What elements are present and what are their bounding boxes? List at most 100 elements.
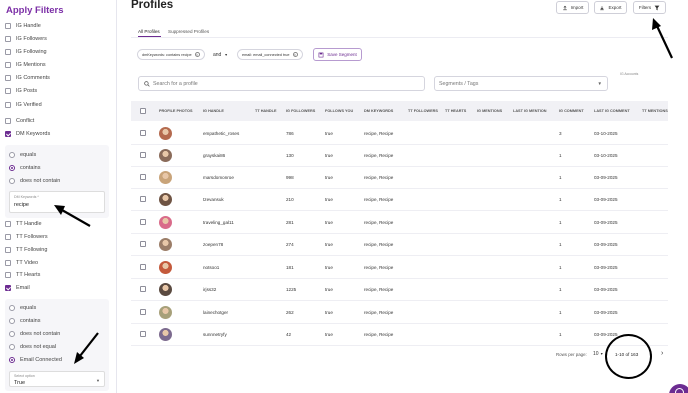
- column-header[interactable]: TT HEARTS: [445, 109, 466, 113]
- filter-item-ig-comments[interactable]: IG Comments: [5, 72, 50, 84]
- filter-item-tt-hearts[interactable]: TT Hearts: [5, 269, 40, 281]
- radio-button[interactable]: [9, 151, 15, 158]
- checkbox-checked[interactable]: [5, 131, 11, 137]
- radio-button-selected[interactable]: [9, 164, 15, 171]
- checkbox[interactable]: [5, 88, 11, 94]
- filter-chip[interactable]: dmKeywords: contains recipe ×: [137, 49, 205, 60]
- filter-item-dm-keywords[interactable]: DM Keywords: [5, 128, 50, 140]
- column-header[interactable]: LAST IG COMMENT: [594, 109, 630, 113]
- radio-button[interactable]: [9, 317, 15, 324]
- cell-ig-handle: tzevansuk: [203, 197, 224, 202]
- profile-search-input[interactable]: Search for a profile: [138, 76, 425, 91]
- column-header[interactable]: TT FOLLOWERS: [408, 109, 438, 113]
- table-row[interactable]: lainechotger 262 true recipe, Recipe 1 0…: [131, 302, 668, 324]
- table-row[interactable]: tzevansuk 210 true recipe, Recipe 1 03-0…: [131, 189, 668, 211]
- table-row[interactable]: traveling_gal11 281 true recipe, Recipe …: [131, 212, 668, 234]
- filter-item-ig-followers[interactable]: IG Followers: [5, 33, 47, 45]
- radio-equals[interactable]: equals: [9, 149, 36, 160]
- segments-tags-select[interactable]: Segments / Tags ▼: [434, 76, 608, 91]
- save-segment-button[interactable]: Save Segment: [313, 48, 362, 61]
- radio-contains[interactable]: contains: [9, 162, 41, 173]
- row-checkbox[interactable]: [140, 196, 146, 202]
- close-icon[interactable]: ×: [292, 52, 298, 57]
- row-checkbox[interactable]: [140, 152, 146, 158]
- checkbox[interactable]: [5, 272, 11, 278]
- filter-item-ig-handle[interactable]: IG Handle: [5, 20, 41, 32]
- rows-per-page-select[interactable]: 10 ▼: [593, 351, 603, 357]
- radio-email-connected[interactable]: Email Connected: [9, 354, 62, 365]
- filter-item-tt-following[interactable]: TT Following: [5, 244, 47, 256]
- filters-button[interactable]: Filters: [633, 1, 666, 14]
- row-checkbox[interactable]: [140, 264, 146, 270]
- row-checkbox[interactable]: [140, 241, 146, 247]
- column-header[interactable]: IG MENTIONS: [477, 109, 502, 113]
- chevron-right-icon[interactable]: ›: [661, 350, 663, 357]
- column-header[interactable]: FOLLOWS YOU: [325, 109, 353, 113]
- checkbox-checked[interactable]: [5, 285, 11, 291]
- checkbox[interactable]: [5, 234, 11, 240]
- checkbox[interactable]: [5, 49, 11, 55]
- table-row[interactable]: notsoo1 181 true recipe, Recipe 1 03-09-…: [131, 257, 668, 279]
- radio-equals[interactable]: equals: [9, 302, 36, 313]
- checkbox[interactable]: [5, 23, 11, 29]
- radio-button-selected[interactable]: [9, 356, 15, 363]
- filter-item-conflict[interactable]: Conflict: [5, 115, 34, 127]
- row-checkbox[interactable]: [140, 130, 146, 136]
- checkbox[interactable]: [5, 221, 11, 227]
- filter-item-ig-following[interactable]: IG Following: [5, 46, 47, 58]
- table-row[interactable]: sunnnetryfy 42 true recipe, Recipe 1 03-…: [131, 324, 668, 346]
- tab-suppressed-profiles[interactable]: Suppressed Profiles: [168, 29, 209, 34]
- radio-button[interactable]: [9, 343, 15, 350]
- column-header[interactable]: IG HANDLE: [203, 109, 224, 113]
- checkbox[interactable]: [5, 75, 11, 81]
- row-checkbox[interactable]: [140, 309, 146, 315]
- help-chat-button[interactable]: [669, 384, 688, 393]
- column-header[interactable]: LAST IG MENTION: [513, 109, 547, 113]
- column-header[interactable]: TT HANDLE: [255, 109, 277, 113]
- radio-button[interactable]: [9, 304, 15, 311]
- table-row[interactable]: irjss32 1225 true recipe, Recipe 1 03-09…: [131, 279, 668, 301]
- filters-label: Filters: [638, 5, 652, 10]
- radio-button[interactable]: [9, 177, 15, 184]
- checkbox[interactable]: [5, 118, 11, 124]
- column-header[interactable]: IG COMMENT: [559, 109, 584, 113]
- radio-does-not-contain[interactable]: does not contain: [9, 175, 60, 186]
- filter-item-ig-posts[interactable]: IG Posts: [5, 85, 37, 97]
- checkbox[interactable]: [5, 247, 11, 253]
- import-button[interactable]: Import: [556, 1, 589, 14]
- column-header[interactable]: IG FOLLOWERS: [286, 109, 315, 113]
- row-checkbox[interactable]: [140, 286, 146, 292]
- row-checkbox[interactable]: [140, 219, 146, 225]
- select-all-checkbox[interactable]: [140, 108, 146, 114]
- logic-operator-select[interactable]: and ▼: [213, 49, 228, 60]
- filter-item-ig-verified[interactable]: IG Verified: [5, 99, 42, 111]
- radio-does-not-equal[interactable]: does not equal: [9, 341, 56, 352]
- row-checkbox[interactable]: [140, 331, 146, 337]
- filter-item-ig-mentions[interactable]: IG Mentions: [5, 59, 46, 71]
- row-checkbox[interactable]: [140, 174, 146, 180]
- filter-item-tt-video[interactable]: TT Video: [5, 257, 38, 269]
- export-button[interactable]: Export: [594, 1, 627, 14]
- filter-item-tt-followers[interactable]: TT Followers: [5, 231, 48, 243]
- checkbox[interactable]: [5, 260, 11, 266]
- close-icon[interactable]: ×: [194, 52, 200, 57]
- email-option-select[interactable]: Select option True ▼: [9, 371, 105, 387]
- tab-all-profiles[interactable]: All Profiles: [138, 29, 160, 34]
- column-header[interactable]: DM KEYWORDS: [364, 109, 393, 113]
- column-header[interactable]: TT MENTIONS: [642, 109, 668, 113]
- table-row[interactable]: zoepen78 274 true recipe, Recipe 1 03-09…: [131, 234, 668, 256]
- filter-item-email[interactable]: Email: [5, 282, 30, 294]
- column-header[interactable]: PROFILE PHOTOS: [159, 109, 192, 113]
- radio-does-not-contain[interactable]: does not contain: [9, 328, 60, 339]
- checkbox[interactable]: [5, 36, 11, 42]
- filter-item-tt-handle[interactable]: TT Handle: [5, 218, 42, 230]
- radio-contains[interactable]: contains: [9, 315, 41, 326]
- checkbox[interactable]: [5, 102, 11, 108]
- filter-chip[interactable]: email: email_connected true ×: [237, 49, 303, 60]
- radio-button[interactable]: [9, 330, 15, 337]
- checkbox[interactable]: [5, 62, 11, 68]
- table-row[interactable]: grayskai86 130 true recipe, Recipe 1 03-…: [131, 145, 668, 167]
- dm-keywords-input[interactable]: DM Keywords * recipe: [9, 191, 105, 213]
- table-row[interactable]: empathetic_roses 786 true recipe, Recipe…: [131, 123, 668, 145]
- table-row[interactable]: marsdomonroe 998 true recipe, Recipe 1 0…: [131, 167, 668, 189]
